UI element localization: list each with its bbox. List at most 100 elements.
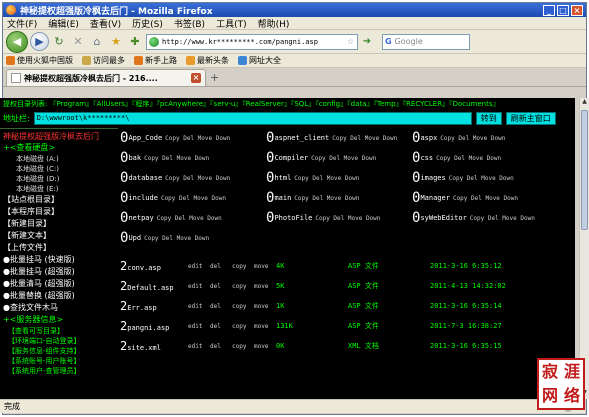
menu-help[interactable]: 帮助(H) [258, 17, 290, 30]
sidebar-subitem[interactable]: 【查看可写目录】 [0, 326, 118, 336]
scrollbar-thumb[interactable] [581, 110, 588, 230]
sidebar-subitem[interactable]: 【环境端口-自动登录】 [0, 336, 118, 346]
file-name[interactable]: 2conv.asp [120, 259, 188, 273]
sidebar-item-batch-trojan-fast[interactable]: ●批量挂马 (快速版) [0, 254, 118, 266]
directory-item[interactable]: 0 Manager Copy Del Move Down [412, 188, 562, 208]
file-name[interactable]: 2pangni.asp [120, 319, 188, 333]
file-type: XML 文档 [348, 342, 379, 350]
menu-tools[interactable]: 工具(T) [216, 17, 247, 30]
drive-link[interactable]: 本地磁盘 (C:) [0, 164, 118, 174]
goto-button[interactable]: 转到 [475, 111, 502, 125]
sidebar-subitem[interactable]: 【系统账号-用户账号】 [0, 356, 118, 366]
drive-link[interactable]: 本地磁盘 (A:) [0, 154, 118, 164]
back-button[interactable]: ◀ [6, 30, 28, 53]
directory-item[interactable]: 0 netpay Copy Del Move Down [120, 208, 266, 228]
directory-item[interactable]: 0 bak Copy Del Move Down [120, 148, 266, 168]
edit-link[interactable]: edit [188, 263, 210, 270]
menu-bar: 文件(F) 编辑(E) 查看(V) 历史(S) 书签(B) 工具(T) 帮助(H… [3, 17, 586, 30]
server-info-section-header[interactable]: +<服务器信息> [0, 314, 118, 326]
menu-history[interactable]: 历史(S) [132, 17, 163, 30]
sidebar-item-batch-replace[interactable]: ●批量替换 (超强版) [0, 290, 118, 302]
sidebar-item-find-trojan[interactable]: ●查找文件木马 [0, 302, 118, 314]
edit-link[interactable]: edit [188, 303, 210, 310]
delete-link[interactable]: del [210, 323, 232, 330]
sidebar-item-new-text[interactable]: 【新建文本】 [0, 230, 118, 242]
directory-item[interactable]: 0 Compiler Copy Del Move Down [266, 148, 412, 168]
file-name[interactable]: 2Err.asp [120, 299, 188, 313]
directory-item[interactable]: 0 Upd Copy Del Move Down [120, 228, 266, 248]
menu-edit[interactable]: 编辑(E) [48, 17, 79, 30]
firefox-icon [6, 5, 16, 15]
file-size: 5K [276, 282, 285, 290]
copy-link[interactable]: copy [232, 283, 254, 290]
directory-item[interactable]: 0 syWebEditor Copy Del Move Down [412, 208, 562, 228]
move-link[interactable]: move [254, 323, 276, 330]
directory-item[interactable]: 0 html Copy Del Move Down [266, 168, 412, 188]
close-button[interactable]: × [571, 4, 583, 16]
edit-link[interactable]: edit [188, 283, 210, 290]
file-date: 2011-3-16 6:35:15 [430, 342, 502, 350]
menu-file[interactable]: 文件(F) [7, 17, 37, 30]
move-link[interactable]: move [254, 303, 276, 310]
vertical-scrollbar[interactable]: ▲ ▼ [579, 98, 589, 399]
directory-item[interactable]: 0 database Copy Del Move Down [120, 168, 266, 188]
reload-button[interactable]: ↻ [51, 34, 67, 50]
file-row: 2Err.asp edit del copy move 1K ASP 文件 20… [120, 296, 572, 316]
file-type: ASP 文件 [348, 282, 379, 290]
sidebar-title: 神秘提权超强版冷枫去后门 [3, 132, 99, 141]
sidebar-item-program-dir[interactable]: 【本程序目录】 [0, 206, 118, 218]
file-name[interactable]: 2site.xml [120, 339, 188, 353]
directory-item[interactable]: 0 include Copy Del Move Down [120, 188, 266, 208]
directory-item[interactable]: 0 aspnet_client Copy Del Move Down [266, 128, 412, 148]
directory-item[interactable]: 0 main Copy Del Move Down [266, 188, 412, 208]
copy-link[interactable]: copy [232, 263, 254, 270]
drive-link[interactable]: 本地磁盘 (E:) [0, 184, 118, 194]
menu-bookmarks[interactable]: 书签(B) [174, 17, 205, 30]
sidebar-subitem[interactable]: 【系统用户-查管理员】 [0, 366, 118, 376]
forward-button[interactable]: ▶ [30, 32, 49, 51]
maximize-button[interactable]: □ [557, 4, 569, 16]
move-link[interactable]: move [254, 283, 276, 290]
scroll-up-icon[interactable]: ▲ [580, 98, 589, 108]
sidebar-item-new-dir[interactable]: 【新建目录】 [0, 218, 118, 230]
copy-link[interactable]: copy [232, 323, 254, 330]
sidebar-item-batch-clean[interactable]: ●批量清马 (超强版) [0, 278, 118, 290]
copy-link[interactable]: copy [232, 343, 254, 350]
disk-section-header[interactable]: +<查看硬盘> [0, 142, 118, 154]
title-bar: 神秘提权超强版冷枫去后门 - Mozilla Firefox _ □ × [3, 3, 586, 17]
sidebar-item-site-root[interactable]: 【站点根目录】 [0, 194, 118, 206]
stop-button[interactable]: ✕ [70, 34, 86, 50]
privilege-paths-line[interactable]: 提权目录列表: 『Program』『AllUsers』『程序』『pcAnywhe… [0, 98, 575, 110]
directory-item[interactable]: 0 css Copy Del Move Down [412, 148, 562, 168]
bookmark-item[interactable]: 访问最多 [82, 55, 125, 66]
sidebar-subitem[interactable]: 【服务信息-组件支持】 [0, 346, 118, 356]
refresh-main-button[interactable]: 刷新主窗口 [505, 111, 556, 125]
address-row: 地址栏: D:\wwwroot\k*********\ 转到 刷新主窗口 [0, 110, 575, 126]
menu-view[interactable]: 查看(V) [90, 17, 121, 30]
sidebar-item-upload[interactable]: 【上传文件】 [0, 242, 118, 254]
sidebar-item-batch-trojan-super[interactable]: ●批量挂马 (超强版) [0, 266, 118, 278]
copy-link[interactable]: copy [232, 303, 254, 310]
edit-link[interactable]: edit [188, 343, 210, 350]
file-name[interactable]: 2Default.asp [120, 279, 188, 293]
path-input[interactable]: D:\wwwroot\k*********\ [33, 111, 472, 125]
delete-link[interactable]: del [210, 263, 232, 270]
drive-link[interactable]: 本地磁盘 (D:) [0, 174, 118, 184]
directory-item[interactable]: 0 aspx Copy Del Move Down [412, 128, 562, 148]
directory-item[interactable]: 0 App_Code Copy Del Move Down [120, 128, 266, 148]
delete-link[interactable]: del [210, 303, 232, 310]
move-link[interactable]: move [254, 343, 276, 350]
reload-icon: ↻ [54, 35, 64, 48]
move-link[interactable]: move [254, 263, 276, 270]
edit-link[interactable]: edit [188, 323, 210, 330]
delete-link[interactable]: del [210, 343, 232, 350]
bookmark-add-button[interactable]: ★ [108, 34, 124, 50]
directory-item[interactable]: 0 PhotoFile Copy Del Move Down [266, 208, 412, 228]
status-bar: 完成 [0, 399, 585, 413]
directory-item[interactable]: 0 images Copy Del Move Down [412, 168, 562, 188]
delete-link[interactable]: del [210, 283, 232, 290]
home-button[interactable]: ⌂ [89, 34, 105, 50]
minimize-button[interactable]: _ [543, 4, 555, 16]
page-icon [11, 73, 21, 83]
bookmark-item[interactable]: 使用火狐中国版 [6, 55, 73, 66]
